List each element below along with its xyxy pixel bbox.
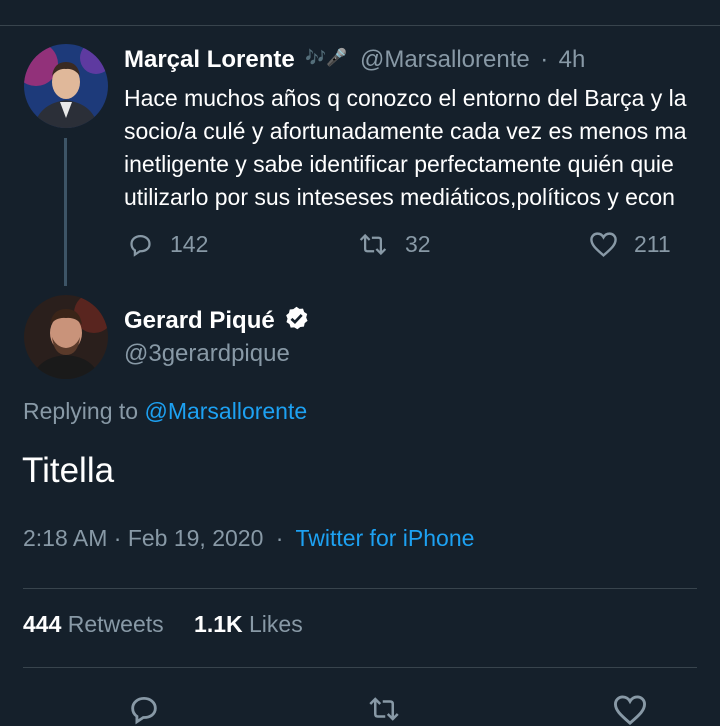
engagement-stats: 444 Retweets 1.1K Likes: [23, 611, 303, 638]
like-icon: [590, 232, 617, 257]
header-separator: ·: [540, 46, 549, 73]
retweet-count: 32: [405, 231, 431, 257]
like-count: 211: [634, 231, 671, 257]
tweet-text-line: socio/a culé y afortunadamente cada vez …: [124, 118, 687, 144]
parent-tweet-header: Marçal Lorente 🎶🎤 @Marsallorente · 4h: [124, 46, 585, 74]
reply-icon: [130, 234, 151, 257]
like-button[interactable]: 211: [589, 231, 671, 258]
likes-label: Likes: [249, 611, 303, 637]
reply-icon[interactable]: [127, 692, 161, 726]
source-link[interactable]: Twitter for iPhone: [295, 525, 474, 551]
reply-button[interactable]: 142: [127, 231, 208, 258]
retweet-icon: [359, 233, 387, 256]
tweet-meta: 2:18 AM · Feb 19, 2020 · Twitter for iPh…: [23, 525, 474, 552]
tweet-text: Titella: [22, 451, 115, 490]
replying-to-line: Replying to @Marsallorente: [23, 398, 307, 425]
meta-separator: ·: [275, 525, 284, 551]
time-ago[interactable]: 4h: [559, 46, 586, 73]
main-tweet-header: Gerard Piqué: [124, 305, 310, 335]
retweets-label: Retweets: [67, 611, 164, 637]
parent-tweet-text: Hace muchos años q conozco el entorno de…: [124, 82, 720, 214]
tweet-text-line: inetligente y sabe identificar perfectam…: [124, 151, 674, 177]
likes-count: 1.1K: [194, 611, 243, 637]
author-name[interactable]: Marçal Lorente: [124, 46, 295, 73]
avatar-gerard-pique[interactable]: [24, 295, 108, 379]
author-handle[interactable]: @Marsallorente: [360, 46, 530, 73]
replying-to-link[interactable]: @Marsallorente: [144, 398, 307, 424]
tweet-text-line: Hace muchos años q conozco el entorno de…: [124, 85, 687, 111]
reply-count: 142: [170, 231, 209, 257]
verified-badge-icon: [286, 306, 308, 330]
retweets-stat[interactable]: 444 Retweets: [23, 611, 170, 637]
timestamp[interactable]: 2:18 AM · Feb 19, 2020: [23, 525, 263, 551]
author-name[interactable]: Gerard Piqué: [124, 307, 275, 334]
top-divider: [0, 25, 720, 26]
likes-stat[interactable]: 1.1K Likes: [194, 611, 303, 637]
author-emoji: 🎶🎤: [305, 48, 348, 67]
meta-divider: [23, 588, 697, 589]
author-handle[interactable]: @3gerardpique: [124, 340, 290, 368]
replying-prefix: Replying to: [23, 398, 139, 424]
stats-divider: [23, 667, 697, 668]
like-icon[interactable]: [612, 694, 648, 726]
retweet-button[interactable]: 32: [357, 231, 431, 258]
avatar-marcal-lorente[interactable]: [24, 44, 108, 128]
thread-connector-line: [64, 138, 67, 286]
retweets-count: 444: [23, 611, 62, 637]
tweet-text-line: utilizarlo por sus inteseses mediáticos,…: [124, 184, 675, 210]
